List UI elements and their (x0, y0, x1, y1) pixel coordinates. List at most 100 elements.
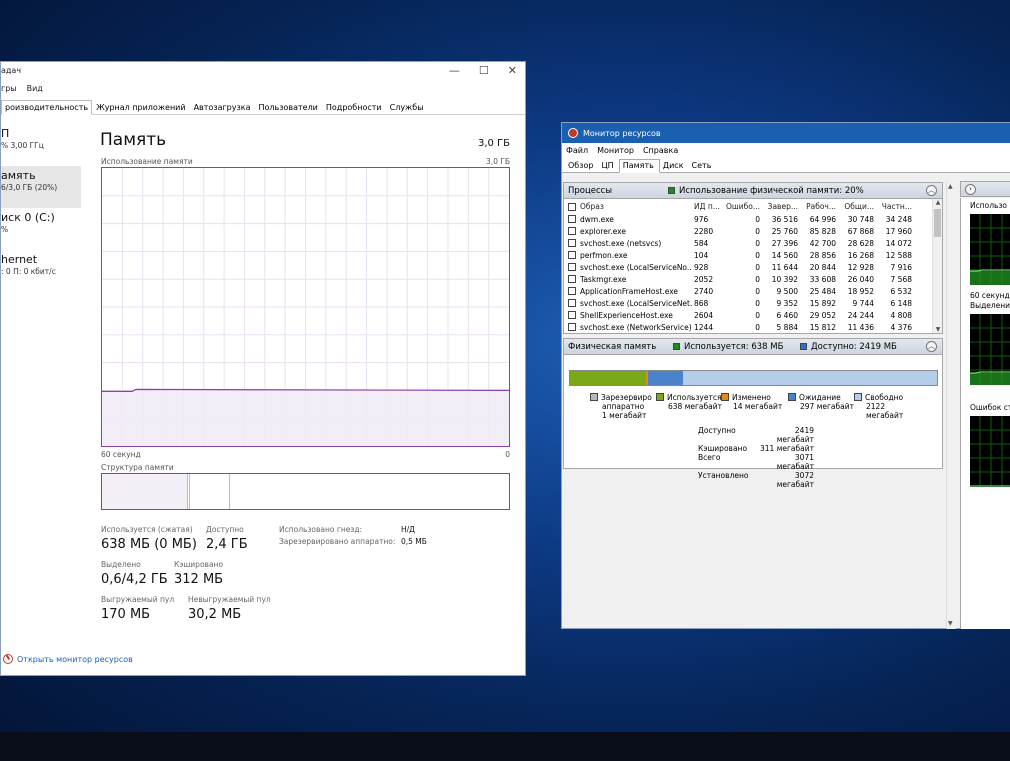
legend-label: Ожидание (799, 393, 841, 402)
processes-scrollbar[interactable]: ▲ ▼ (932, 199, 942, 333)
row-checkbox[interactable] (568, 263, 576, 271)
stat-cached: Кэшировано 312 МБ (174, 560, 223, 587)
physical-memory-header[interactable]: Физическая память Используется: 638 МБ Д… (564, 339, 942, 355)
table-cell: 26 040 (847, 274, 874, 284)
sidebar-item-disk[interactable]: иск 0 (C:) % (1, 208, 81, 250)
table-cell: 0 (755, 262, 760, 272)
menu-monitor[interactable]: Монитор (597, 146, 634, 155)
table-row[interactable]: ApplicationFrameHost.exe 2740 0 9 500 25 484… (564, 285, 934, 297)
scroll-down-icon[interactable]: ▼ (934, 326, 942, 333)
close-button[interactable]: ✕ (508, 64, 517, 77)
legend-value: 297 мегабайт (800, 402, 854, 411)
table-row[interactable]: dwm.exe 976 0 36 516 64 996 30 748 34 248 (564, 213, 934, 225)
tab-services[interactable]: Службы (386, 100, 428, 115)
collapse-physical-memory-button[interactable]: ︿ (926, 341, 937, 352)
row-checkbox[interactable] (568, 227, 576, 235)
link-label: Открыть монитор ресурсов (17, 654, 133, 664)
tab-disk[interactable]: Диск (660, 160, 689, 172)
table-cell: 0 (755, 310, 760, 320)
table-cell: ApplicationFrameHost.exe (580, 286, 679, 296)
stat-label: Выгружаемый пул (101, 595, 175, 604)
sidebar-item-name: hernet (1, 253, 38, 266)
column-header[interactable]: Рабоч... (802, 202, 840, 211)
tab-app-history[interactable]: Журнал приложений (92, 100, 190, 115)
menu-help[interactable]: Справка (643, 146, 678, 155)
table-row[interactable]: svchost.exe (netsvcs) 584 0 27 396 42 700 28 … (564, 237, 934, 249)
column-header[interactable]: Ошибо... (726, 202, 764, 211)
row-checkbox[interactable] (568, 299, 576, 307)
table-row[interactable]: explorer.exe 2280 0 25 760 85 828 67 868 17 96… (564, 225, 934, 237)
menu-options[interactable]: гры (1, 84, 17, 93)
table-cell: 24 244 (847, 310, 874, 320)
task-manager-window: адач — ☐ ✕ гры Вид роизводительность Жур… (0, 61, 526, 676)
table-row[interactable]: svchost.exe (NetworkService) 1244 0 5 884 15… (564, 321, 934, 333)
menu-file[interactable]: Файл (566, 146, 588, 155)
expand-graphs-icon[interactable]: › (965, 184, 976, 195)
tab-memory[interactable]: Память (618, 159, 660, 173)
main-scrollbar[interactable]: ▲ ▼ (946, 181, 956, 629)
legend-label: Изменено (732, 393, 771, 402)
legend-value: 14 мегабайт (733, 402, 783, 411)
sidebar-item-ethernet[interactable]: hernet : 0 П: 0 кбит/с (1, 250, 81, 292)
tab-strip: Обзор ЦП Память Диск Сеть (562, 157, 1010, 173)
sidebar-item-memory[interactable]: амять 6/3,0 ГБ (20%) (1, 166, 81, 208)
stat-label: Зарезервировано аппаратно: (279, 537, 396, 546)
column-header[interactable]: Общи... (840, 202, 878, 211)
usage-graph (970, 214, 1010, 285)
table-row[interactable]: ShellExperienceHost.exe 2604 0 6 460 29 052 2… (564, 309, 934, 321)
tab-strip: роизводительность Журнал приложений Авто… (1, 100, 525, 115)
sidebar-item-cpu[interactable]: П % 3,00 ГГц (1, 124, 81, 166)
title-bar: Монитор ресурсов (562, 123, 1010, 143)
tab-overview[interactable]: Обзор (565, 160, 598, 172)
processes-header[interactable]: Процессы Использование физической памяти… (564, 183, 942, 199)
scroll-down-icon[interactable]: ▼ (948, 620, 953, 627)
column-header[interactable]: ИД п... (692, 202, 726, 211)
tab-network[interactable]: Сеть (689, 160, 717, 172)
tab-cpu[interactable]: ЦП (598, 160, 618, 172)
table-cell: 25 484 (809, 286, 836, 296)
graphs-header[interactable]: › (960, 181, 1010, 197)
commit-graph-svg (970, 314, 1010, 385)
row-checkbox[interactable] (568, 215, 576, 223)
table-cell: 34 248 (885, 214, 912, 224)
table-cell: 14 560 (771, 250, 798, 260)
minimize-button[interactable]: — (449, 64, 460, 77)
column-header[interactable]: Частн... (878, 202, 916, 211)
legend-swatch (656, 393, 664, 401)
scroll-thumb[interactable] (934, 209, 941, 237)
row-checkbox[interactable] (568, 287, 576, 295)
row-checkbox[interactable] (568, 251, 576, 259)
table-row[interactable]: svchost.exe (LocalServiceNo... 928 0 11 644… (564, 261, 934, 273)
table-row[interactable]: perfmon.exe 104 0 14 560 28 856 16 268 12 588 (564, 249, 934, 261)
graph-label-time: 60 секунд (970, 291, 1010, 300)
row-checkbox[interactable] (568, 239, 576, 247)
row-checkbox[interactable] (568, 323, 576, 331)
select-all-checkbox[interactable] (568, 202, 576, 211)
row-checkbox[interactable] (568, 275, 576, 283)
table-row[interactable]: Taskmgr.exe 2052 0 10 392 33 608 26 040 7 568 (564, 273, 934, 285)
stat-paged-pool: Выгружаемый пул 170 МБ (101, 595, 174, 622)
scroll-up-icon[interactable]: ▲ (948, 183, 953, 190)
summary-label: Установлено (698, 471, 749, 480)
stat-value: 0,5 МБ (401, 537, 427, 546)
scroll-up-icon[interactable]: ▲ (934, 199, 942, 206)
tab-performance[interactable]: роизводительность (1, 100, 93, 115)
maximize-button[interactable]: ☐ (479, 64, 489, 77)
menu-view[interactable]: Вид (27, 84, 43, 93)
table-cell: 10 392 (771, 274, 798, 284)
row-checkbox[interactable] (568, 311, 576, 319)
tab-startup[interactable]: Автозагрузка (190, 100, 255, 115)
table-cell: 16 268 (847, 250, 874, 260)
memory-usage-graph (101, 167, 510, 447)
tab-users[interactable]: Пользователи (254, 100, 321, 115)
collapse-processes-button[interactable]: ︿ (926, 185, 937, 196)
column-header[interactable]: Завер... (764, 202, 802, 211)
column-header[interactable]: Образ (580, 202, 692, 211)
open-resource-monitor-link[interactable]: Открыть монитор ресурсов (3, 654, 133, 664)
stat-value: Н/Д (401, 525, 416, 534)
tab-details[interactable]: Подробности (322, 100, 386, 115)
window-title: Монитор ресурсов (583, 128, 661, 138)
table-row[interactable]: svchost.exe (LocalServiceNet... 868 0 9 352… (564, 297, 934, 309)
table-cell: explorer.exe (580, 226, 626, 236)
table-cell: 0 (755, 286, 760, 296)
